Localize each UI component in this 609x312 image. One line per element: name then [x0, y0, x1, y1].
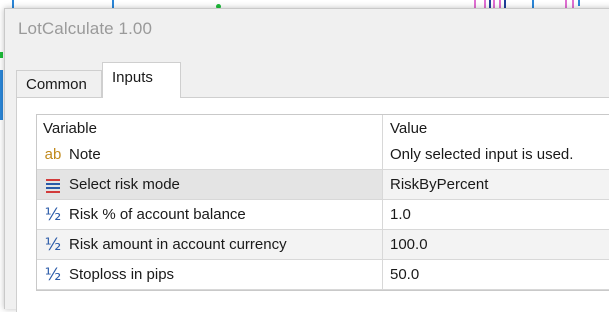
chart-candle	[532, 0, 534, 8]
variable-name: Select risk mode	[69, 176, 180, 193]
table-row[interactable]: Select risk mode RiskByPercent	[37, 170, 609, 200]
string-type-icon: ab	[44, 146, 62, 163]
chart-candle	[578, 0, 580, 6]
inputs-panel: Variable Value ab Note Only selected inp…	[16, 97, 609, 312]
tab-inputs[interactable]: Inputs	[102, 62, 181, 98]
variable-cell: ½ Risk % of account balance	[37, 200, 382, 229]
variable-name: Risk amount in account currency	[69, 236, 287, 253]
value-cell[interactable]: 50.0	[382, 260, 609, 289]
column-header-variable[interactable]: Variable	[37, 115, 382, 140]
variable-cell: ab Note	[37, 140, 382, 169]
variable-cell: ½ Stoploss in pips	[37, 260, 382, 289]
double-type-icon: ½	[44, 204, 62, 225]
table-row[interactable]: ½ Risk amount in account currency 100.0	[37, 230, 609, 260]
value-dropdown[interactable]: RiskByPercent	[382, 170, 609, 199]
table-row[interactable]: ½ Stoploss in pips 50.0	[37, 260, 609, 290]
properties-dialog: LotCalculate 1.00 Common Inputs Variable…	[4, 8, 609, 312]
chart-candle	[112, 0, 114, 8]
variable-name: Note	[69, 146, 101, 163]
variable-name: Stoploss in pips	[69, 266, 175, 283]
chart-line-segment	[0, 70, 3, 120]
value-cell[interactable]: 100.0	[382, 230, 609, 259]
chart-line-segment	[0, 52, 3, 58]
table-row[interactable]: ½ Risk % of account balance 1.0	[37, 200, 609, 230]
table-row[interactable]: ab Note Only selected input is used.	[37, 140, 609, 170]
tab-common[interactable]: Common	[16, 70, 102, 97]
double-type-icon: ½	[44, 264, 62, 285]
dialog-title: LotCalculate 1.00	[18, 19, 153, 38]
variable-cell: ½ Risk amount in account currency	[37, 230, 382, 259]
value-cell[interactable]: Only selected input is used.	[382, 140, 609, 169]
table-header: Variable Value	[37, 115, 609, 140]
column-header-value[interactable]: Value	[382, 115, 609, 140]
variable-name: Risk % of account balance	[69, 206, 246, 223]
inputs-table: Variable Value ab Note Only selected inp…	[36, 114, 609, 291]
enum-type-icon	[43, 177, 63, 193]
value-cell[interactable]: 1.0	[382, 200, 609, 229]
variable-cell: Select risk mode	[37, 170, 382, 199]
double-type-icon: ½	[44, 234, 62, 255]
